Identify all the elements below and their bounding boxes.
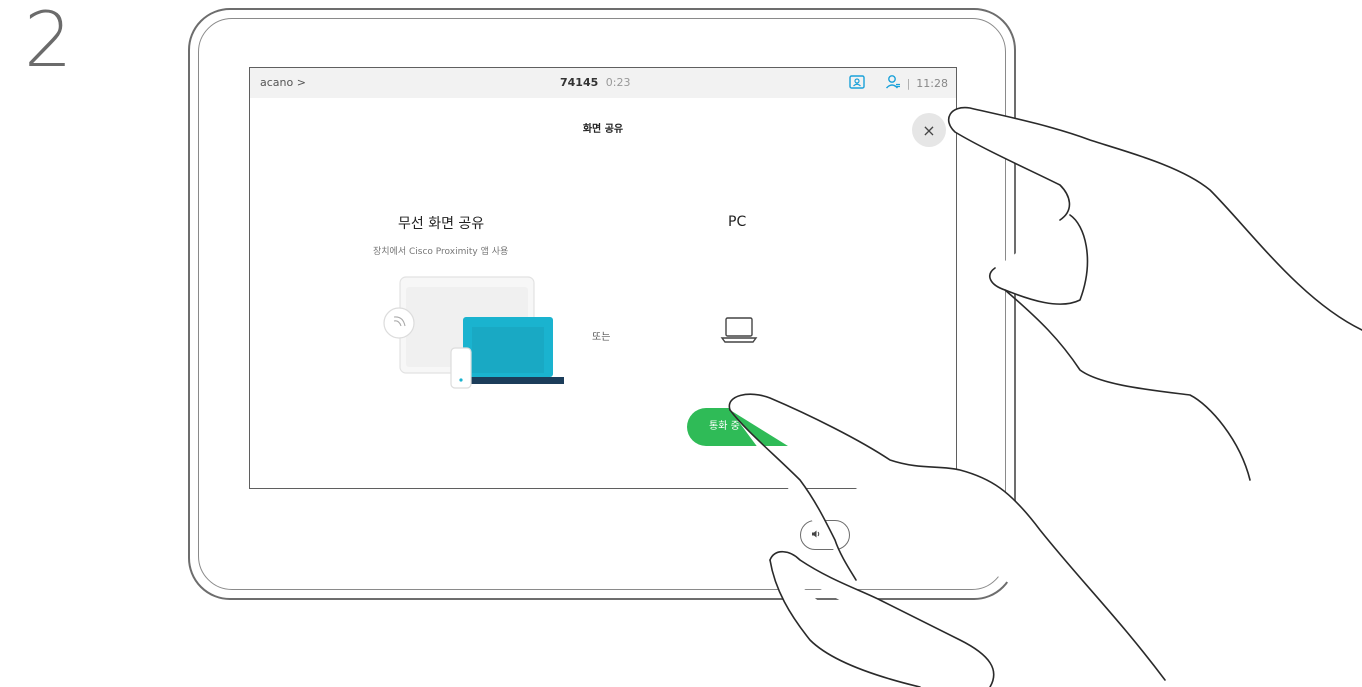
pointing-hand-illustration bbox=[728, 106, 1362, 687]
